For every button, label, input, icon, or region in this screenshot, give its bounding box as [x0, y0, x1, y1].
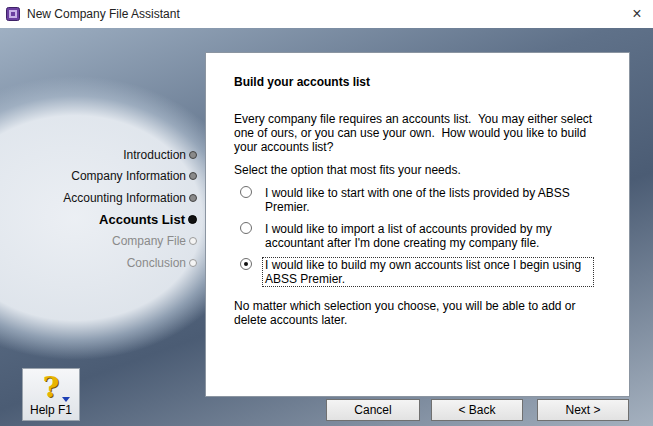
step-label: Introduction [123, 148, 186, 162]
wizard-window: New Company File Assistant× Introduction C… [0, 0, 653, 426]
step-label: Conclusion [127, 256, 186, 270]
radio-dot [244, 262, 248, 266]
radio-button[interactable] [240, 258, 252, 270]
title-bar: New Company File Assistant× [0, 0, 653, 28]
steps-list: Introduction Company Information Accountin… [0, 144, 205, 274]
prompt-text: Select the option that most fits your ne… [234, 163, 609, 177]
radio-option[interactable]: I would like to build my own accounts li… [234, 257, 609, 287]
content-column: Build your accounts list Every company fi… [205, 28, 630, 426]
step-label: Accounts List [99, 212, 185, 227]
help-label: Help F1 [30, 403, 72, 417]
radio-button[interactable] [240, 222, 252, 234]
radio-button[interactable] [240, 186, 252, 198]
step-dot [189, 151, 197, 159]
next-button[interactable]: Next > [537, 399, 629, 421]
window-title: New Company File Assistant [27, 7, 627, 21]
back-button[interactable]: < Back [431, 399, 523, 421]
question-icon: ? [43, 374, 59, 402]
app-icon [6, 7, 20, 21]
step-dot [189, 237, 197, 245]
step-dot [189, 172, 197, 180]
intro-text: Every company file requires an accounts … [234, 112, 604, 154]
step-label: Company Information [71, 169, 186, 183]
cancel-button[interactable]: Cancel [326, 399, 420, 421]
step-item: Introduction [0, 144, 205, 166]
radio-label[interactable]: I would like to build my own accounts li… [262, 257, 594, 287]
step-item: Accounts List [0, 209, 205, 231]
button-row: Cancel < Back Next > [205, 399, 630, 421]
radio-option[interactable]: I would like to start with one of the li… [234, 185, 609, 215]
radio-label[interactable]: I would like to start with one of the li… [262, 185, 594, 215]
step-label: Company File [112, 234, 186, 248]
step-item: Company File [0, 230, 205, 252]
step-dot [188, 215, 197, 224]
step-dot [189, 259, 197, 267]
close-button[interactable]: × [627, 5, 647, 23]
radio-label[interactable]: I would like to import a list of account… [262, 221, 594, 251]
help-button[interactable]: ?Help F1 [22, 368, 80, 421]
step-item: Conclusion [0, 252, 205, 274]
step-item: Accounting Information [0, 187, 205, 209]
content-panel: Build your accounts list Every company fi… [205, 52, 630, 397]
step-label: Accounting Information [63, 191, 186, 205]
options-group: I would like to start with one of the li… [234, 185, 609, 287]
wizard-body: Introduction Company Information Accountin… [0, 28, 653, 426]
note-text: No matter which selection you choose, yo… [234, 299, 604, 327]
radio-option[interactable]: I would like to import a list of account… [234, 221, 609, 251]
step-dot [189, 194, 197, 202]
panel-title: Build your accounts list [234, 75, 609, 90]
dropdown-arrow-icon [62, 397, 70, 402]
step-item: Company Information [0, 166, 205, 188]
steps-column: Introduction Company Information Accountin… [0, 28, 205, 426]
help-icon: ? [36, 373, 66, 403]
